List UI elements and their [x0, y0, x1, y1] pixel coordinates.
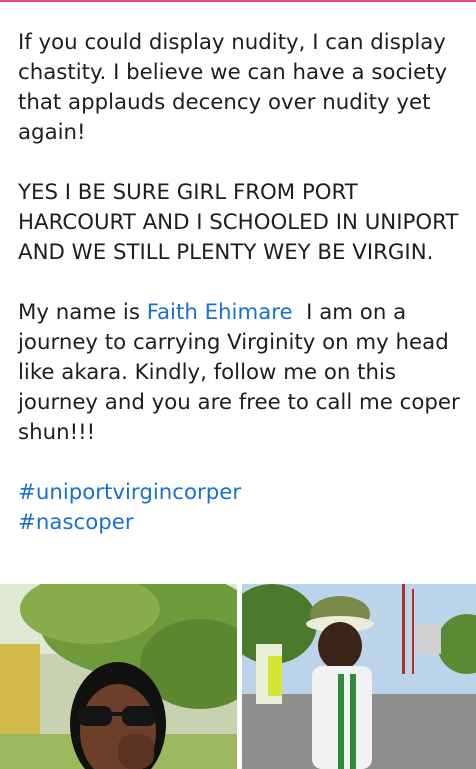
accent-bar — [0, 0, 476, 2]
hashtag-link[interactable]: #nascoper — [18, 508, 464, 538]
person-in-nysc-uniform-image — [242, 584, 476, 769]
hashtag-list: #uniportvirgincorper #nascoper — [18, 478, 464, 538]
post-paragraph-1: If you could display nudity, I can displ… — [18, 30, 448, 145]
paragraph-3-intro: My name is — [18, 300, 147, 325]
post-paragraph-3: My name is Faith Ehimare I am on a journ… — [18, 298, 464, 448]
post-body: If you could display nudity, I can displ… — [18, 28, 464, 538]
person-with-sunglasses-image — [0, 584, 237, 769]
photo-selfie[interactable] — [0, 584, 237, 769]
photo-corper-uniform[interactable] — [242, 584, 476, 769]
hashtag-link[interactable]: #uniportvirgincorper — [18, 478, 464, 508]
post-paragraph-2: YES I BE SURE GIRL FROM PORT HARCOURT AN… — [18, 180, 459, 265]
mention-link[interactable]: Faith Ehimare — [147, 300, 293, 325]
